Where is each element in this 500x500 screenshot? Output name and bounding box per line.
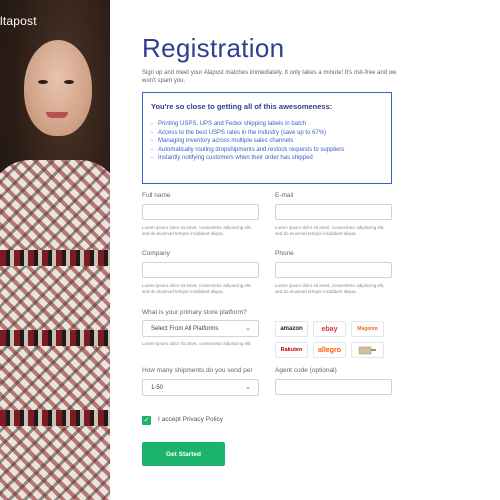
chevron-down-icon: ⌄ xyxy=(245,325,251,332)
privacy-label[interactable]: I accept Privacy Policy xyxy=(158,416,223,423)
platform-select-value: Select From All Platforms xyxy=(151,326,219,332)
email-help: Lorem ipsum dolor sit amet, consectetur … xyxy=(275,225,385,236)
allegro-logo[interactable]: allegro xyxy=(313,342,346,358)
page-title: Registration xyxy=(142,33,285,63)
rakuten-logo[interactable]: Rakuten xyxy=(275,342,308,358)
benefit-item: - Access to the best USPS rates in the in… xyxy=(151,129,327,136)
shipping-box-logo[interactable] xyxy=(351,342,384,358)
company-label: Company xyxy=(142,250,170,257)
ebay-logo[interactable]: ebay xyxy=(313,321,346,337)
agent-code-input[interactable] xyxy=(275,379,392,395)
chevron-down-icon: ⌄ xyxy=(245,384,251,391)
email-label: E-mail xyxy=(275,192,294,199)
phone-label: Phone xyxy=(275,250,294,257)
checkmark-icon: ✓ xyxy=(143,417,150,424)
brand-logo[interactable]: ltapost xyxy=(0,14,37,28)
phone-input[interactable] xyxy=(275,262,392,278)
privacy-checkbox[interactable]: ✓ xyxy=(142,416,151,425)
platform-help: Lorem ipsum dolor sit amet, consectetur … xyxy=(142,341,252,346)
benefits-list: - Printing USPS, UPS and Fedex shipping l… xyxy=(151,120,391,163)
benefit-item: - Managing inventory across multiple sale… xyxy=(151,138,294,145)
benefit-item: - Automatically routing dropshipments and… xyxy=(151,146,345,153)
benefit-item: - Instantly notifying customers when thei… xyxy=(151,155,313,162)
platform-select[interactable]: Select From All Platforms ⌄ xyxy=(142,320,259,337)
phone-help: Lorem ipsum dolor sit amet, consectetur … xyxy=(275,283,385,294)
benefits-heading: You're so close to getting all of this a… xyxy=(151,102,333,111)
full-name-input[interactable] xyxy=(142,204,259,220)
benefit-item: - Printing USPS, UPS and Fedex shipping l… xyxy=(151,121,307,127)
company-help: Lorem ipsum dolor sit amet, consectetur … xyxy=(142,283,252,294)
shipments-label: How many shipments do you send per xyxy=(142,367,253,374)
agent-code-label: Agent code (optional) xyxy=(275,367,337,374)
get-started-button[interactable]: Get Started xyxy=(142,442,225,466)
full-name-help: Lorem ipsum dolor sit amet, consectetur … xyxy=(142,225,252,236)
amazon-logo[interactable]: amazon xyxy=(275,321,308,337)
platform-label: What is your primary store platform? xyxy=(142,309,247,316)
full-name-label: Full name xyxy=(142,192,171,199)
benefits-box: You're so close to getting all of this a… xyxy=(142,92,392,184)
shipments-select[interactable]: 1-50 ⌄ xyxy=(142,379,259,396)
email-input[interactable] xyxy=(275,204,392,220)
page-subtitle: Sign up and meet your Alapost matches im… xyxy=(142,70,397,84)
shipments-select-value: 1-50 xyxy=(151,385,164,391)
company-input[interactable] xyxy=(142,262,259,278)
hero-photo xyxy=(0,0,110,500)
magento-logo[interactable]: Magento xyxy=(351,321,384,337)
